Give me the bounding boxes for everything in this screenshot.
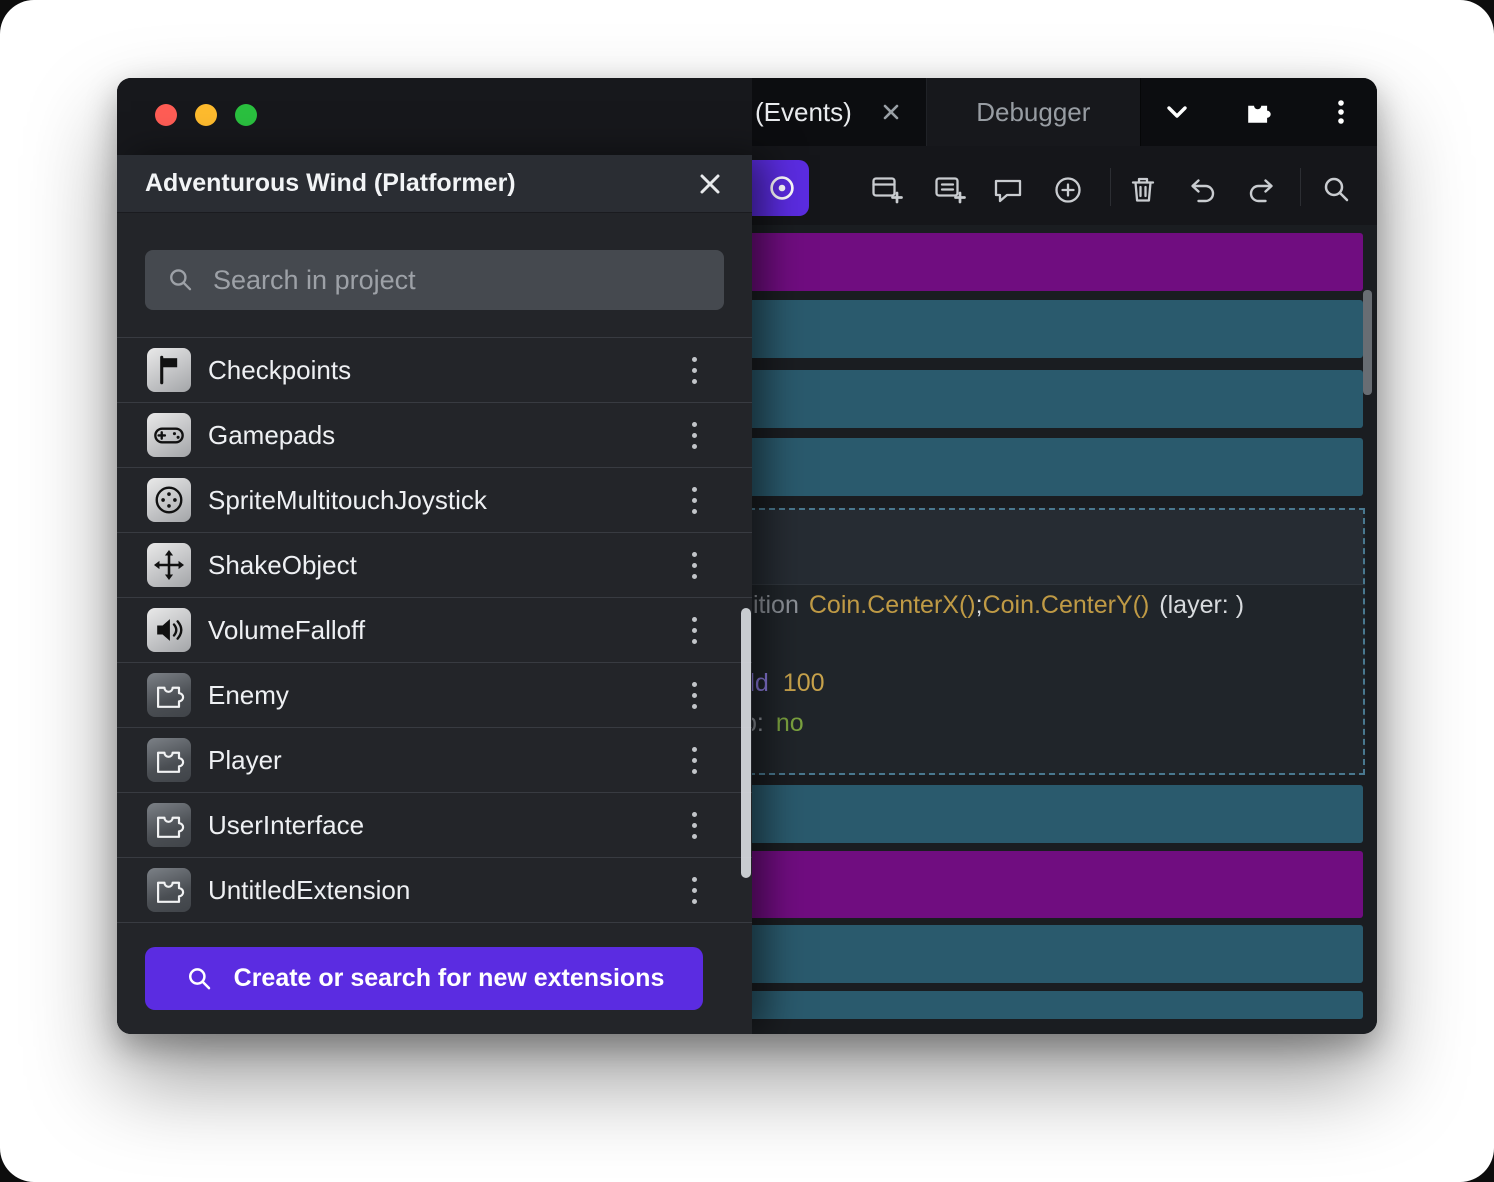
tab-debugger[interactable]: Debugger <box>926 78 1141 146</box>
event-action-text: ition Coin.CenterX();Coin.CenterY() (layer… <box>753 590 1244 620</box>
move-arrows-icon <box>147 543 191 587</box>
code-layer-param: (layer: ) <box>1159 591 1244 619</box>
list-item-gamepads[interactable]: Gamepads <box>117 403 752 468</box>
joystick-icon <box>147 478 191 522</box>
item-menu-button[interactable] <box>676 673 712 717</box>
list-item-checkpoints[interactable]: Checkpoints <box>117 338 752 403</box>
list-item-label: SpriteMultitouchJoystick <box>208 485 659 516</box>
project-search-box[interactable] <box>145 250 724 310</box>
target-icon <box>765 171 799 205</box>
delete-icon[interactable] <box>1125 172 1161 208</box>
close-panel-icon[interactable] <box>694 168 726 200</box>
search-icon <box>165 265 195 295</box>
puzzle-icon <box>147 673 191 717</box>
puzzle-icon <box>147 803 191 847</box>
search-icon <box>184 964 214 994</box>
speaker-icon <box>147 608 191 652</box>
list-item-label: UntitledExtension <box>208 875 659 906</box>
item-menu-button[interactable] <box>676 348 712 392</box>
create-extension-label: Create or search for new extensions <box>234 964 665 993</box>
code-fragment: ition <box>753 591 799 619</box>
list-item-label: Player <box>208 745 659 776</box>
search-input[interactable] <box>211 264 704 297</box>
list-item-volumefalloff[interactable]: VolumeFalloff <box>117 598 752 663</box>
minimize-window-button[interactable] <box>195 104 217 126</box>
tab-debugger-label: Debugger <box>976 97 1090 128</box>
create-extension-button[interactable]: Create or search for new extensions <box>145 947 703 1010</box>
list-item-untitledextension[interactable]: UntitledExtension <box>117 858 752 923</box>
list-item-label: VolumeFalloff <box>208 615 659 646</box>
traffic-lights <box>155 104 257 126</box>
add-event-icon[interactable] <box>869 172 905 208</box>
event-action-text: dd100 <box>741 668 825 698</box>
list-item-label: Enemy <box>208 680 659 711</box>
item-menu-button[interactable] <box>676 868 712 912</box>
close-window-button[interactable] <box>155 104 177 126</box>
list-item-label: Gamepads <box>208 420 659 451</box>
code-value: no <box>776 709 804 737</box>
tab-events[interactable]: (Events) <box>752 78 926 146</box>
window-chrome-icons <box>1159 94 1377 130</box>
tab-events-label: (Events) <box>755 97 852 128</box>
flag-icon <box>147 348 191 392</box>
code-separator: ; <box>976 591 983 619</box>
item-menu-button[interactable] <box>676 413 712 457</box>
event-action-text: p:no <box>743 708 804 738</box>
events-scrollbar[interactable] <box>1363 290 1372 395</box>
panel-scrollbar[interactable] <box>741 608 751 878</box>
list-item-userinterface[interactable]: UserInterface <box>117 793 752 858</box>
extensions-list: Checkpoints Gamepads <box>117 337 752 923</box>
list-item-player[interactable]: Player <box>117 728 752 793</box>
puzzle-icon <box>147 738 191 782</box>
item-menu-button[interactable] <box>676 608 712 652</box>
project-title: Adventurous Wind (Platformer) <box>145 169 694 198</box>
puzzle-icon <box>147 868 191 912</box>
undo-icon[interactable] <box>1184 172 1220 208</box>
project-manager-panel: Adventurous Wind (Platformer) Checkpoint… <box>117 155 752 1034</box>
code-expression: Coin.CenterX() <box>809 591 976 619</box>
code-expression: Coin.CenterY() <box>983 591 1150 619</box>
item-menu-button[interactable] <box>676 803 712 847</box>
search-events-icon[interactable] <box>1318 172 1354 208</box>
extensions-puzzle-icon[interactable] <box>1241 94 1277 130</box>
kebab-menu-icon[interactable] <box>1323 94 1359 130</box>
toolbar-divider <box>1300 168 1301 206</box>
zoom-window-button[interactable] <box>235 104 257 126</box>
item-menu-button[interactable] <box>676 738 712 782</box>
close-tab-icon[interactable] <box>878 99 904 125</box>
titlebar <box>117 78 752 155</box>
events-toolbar <box>752 146 1377 225</box>
list-item-label: Checkpoints <box>208 355 659 386</box>
toolbar-divider <box>1110 168 1111 206</box>
list-item-shakeobject[interactable]: ShakeObject <box>117 533 752 598</box>
list-item-sprite-multitouch-joystick[interactable]: SpriteMultitouchJoystick <box>117 468 752 533</box>
list-item-enemy[interactable]: Enemy <box>117 663 752 728</box>
add-subevent-icon[interactable] <box>932 172 968 208</box>
list-item-label: ShakeObject <box>208 550 659 581</box>
add-other-event-icon[interactable] <box>1050 172 1086 208</box>
item-menu-button[interactable] <box>676 478 712 522</box>
add-comment-icon[interactable] <box>990 172 1026 208</box>
item-menu-button[interactable] <box>676 543 712 587</box>
tab-bar: (Events) Debugger <box>752 78 1377 146</box>
panel-header: Adventurous Wind (Platformer) <box>117 155 752 213</box>
code-number: 100 <box>783 669 825 697</box>
gamepad-icon <box>147 413 191 457</box>
list-item-label: UserInterface <box>208 810 659 841</box>
redo-icon[interactable] <box>1244 172 1280 208</box>
app-window: ition Coin.CenterX();Coin.CenterY() (layer… <box>117 78 1377 1034</box>
chevron-down-icon[interactable] <box>1159 94 1195 130</box>
